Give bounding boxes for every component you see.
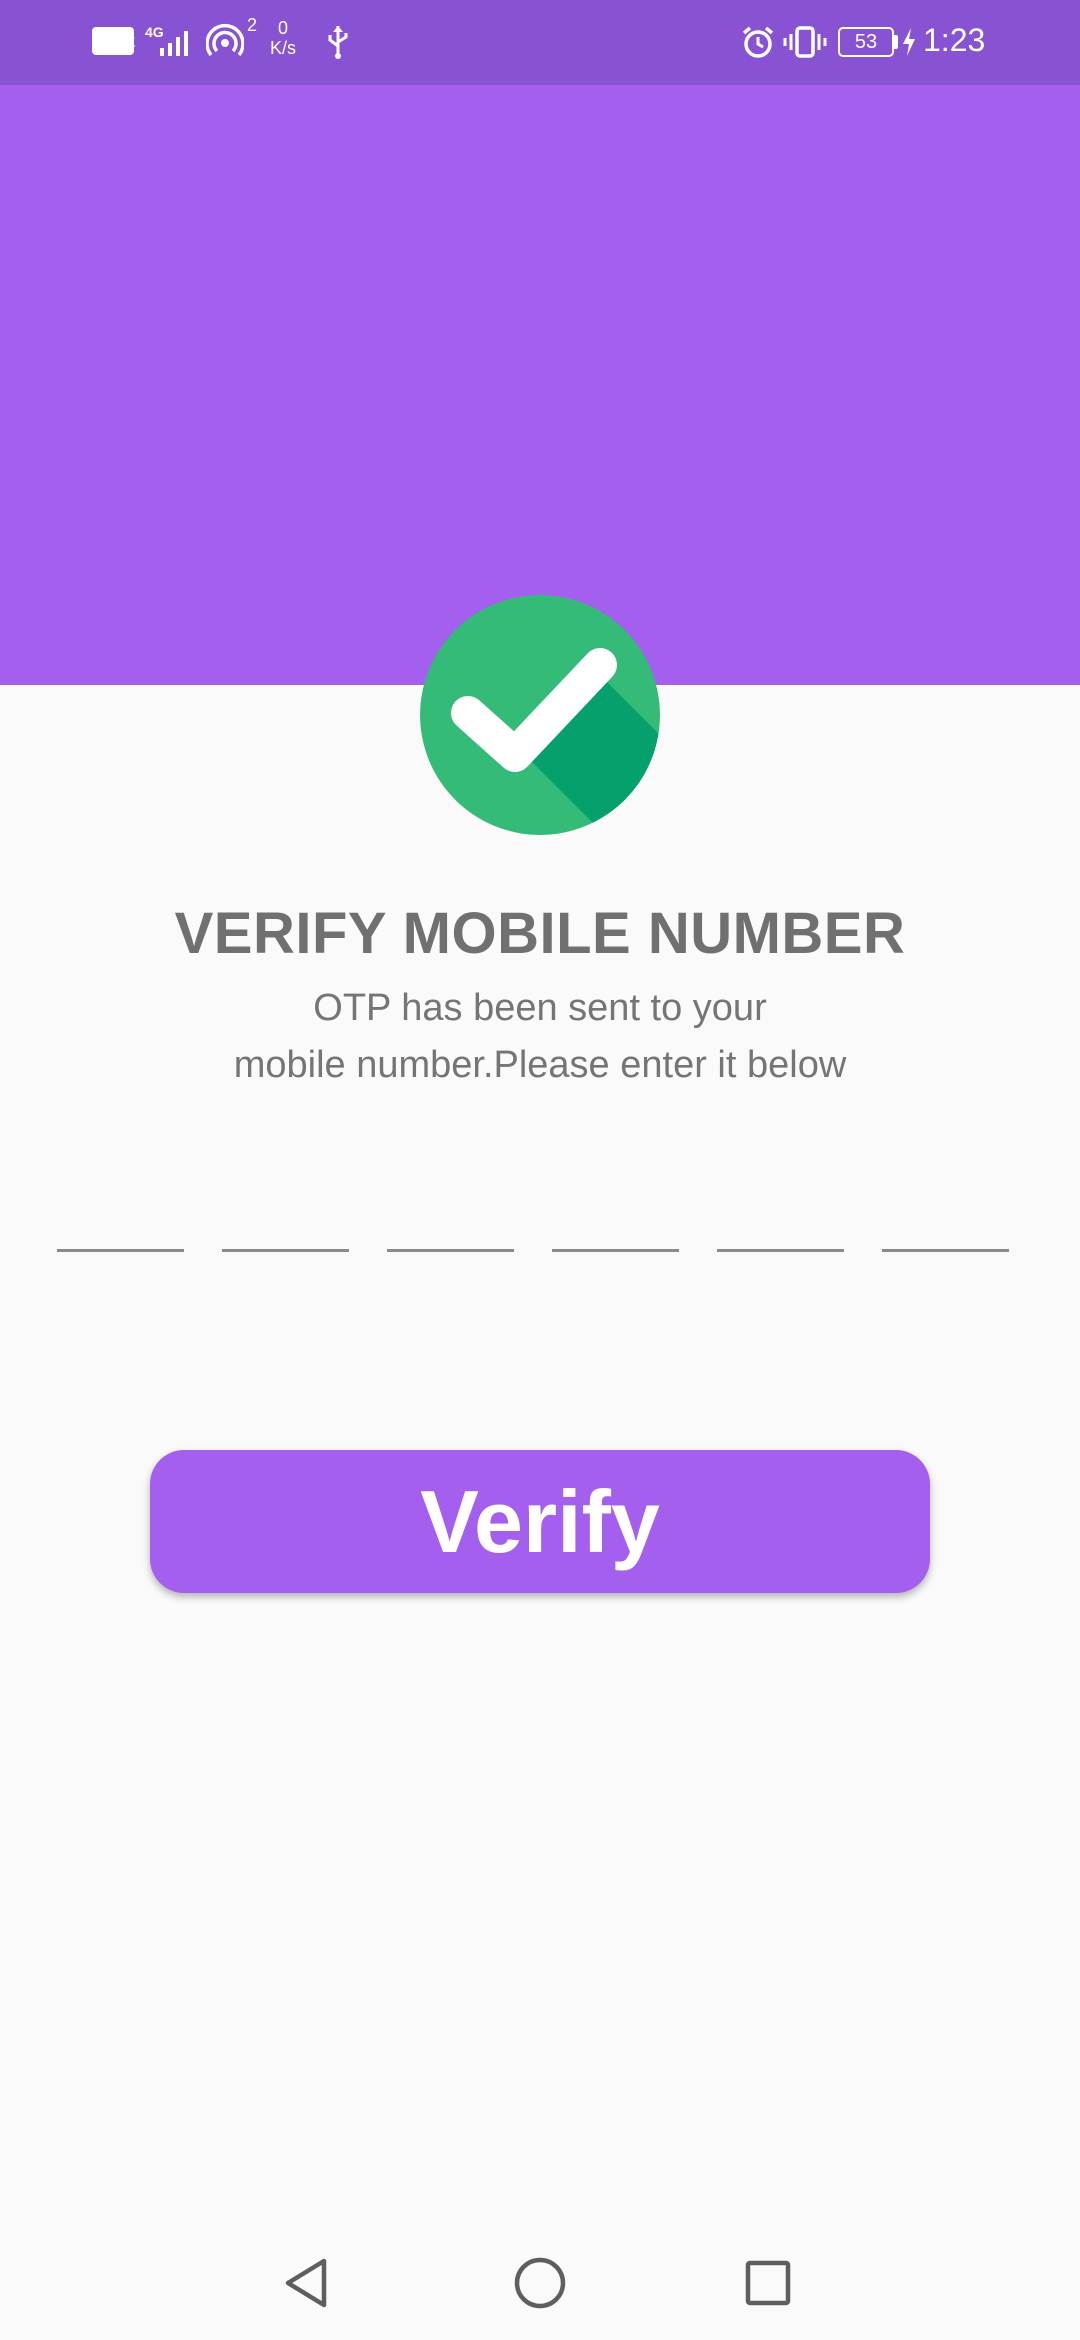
- battery-icon: 53: [838, 27, 894, 57]
- otp-digit-2[interactable]: [222, 1170, 349, 1252]
- recents-icon[interactable]: [738, 2253, 798, 2313]
- hotspot-count: 2: [247, 15, 258, 35]
- charging-icon: [900, 26, 918, 63]
- home-icon[interactable]: [510, 2253, 570, 2313]
- otp-digit-6[interactable]: [882, 1170, 1009, 1252]
- check-circle-icon: [420, 595, 660, 835]
- network-speed: 0 K/s: [270, 18, 296, 58]
- instruction-line-2: mobile number.Please enter it below: [233, 1044, 847, 1086]
- verify-button[interactable]: Verify: [150, 1450, 930, 1593]
- navigation-bar: [0, 2225, 1080, 2340]
- otp-digit-4[interactable]: [552, 1170, 679, 1252]
- status-bar: VoLTE 4G 2 0 K/s 53 1:23: [0, 0, 1080, 85]
- otp-input-row: [57, 1170, 1011, 1252]
- speed-unit: K/s: [270, 38, 297, 58]
- usb-icon: [326, 24, 350, 65]
- vibrate-icon: [783, 24, 827, 65]
- otp-digit-5[interactable]: [717, 1170, 844, 1252]
- hotspot-icon: [205, 22, 245, 65]
- speed-value: 0: [278, 18, 289, 38]
- clock: 1:23: [923, 22, 986, 58]
- alarm-icon: [740, 24, 776, 65]
- otp-digit-3[interactable]: [387, 1170, 514, 1252]
- signal-icon: [158, 26, 198, 63]
- page-title: VERIFY MOBILE NUMBER: [174, 901, 906, 966]
- otp-digit-1[interactable]: [57, 1170, 184, 1252]
- battery-tip: [894, 35, 898, 49]
- volte-icon: VoLTE: [92, 27, 135, 55]
- back-icon[interactable]: [278, 2253, 338, 2313]
- instruction-text: OTP has been sent to your mobile number.…: [0, 980, 1080, 1094]
- instruction-line-1: OTP has been sent to your: [313, 987, 767, 1029]
